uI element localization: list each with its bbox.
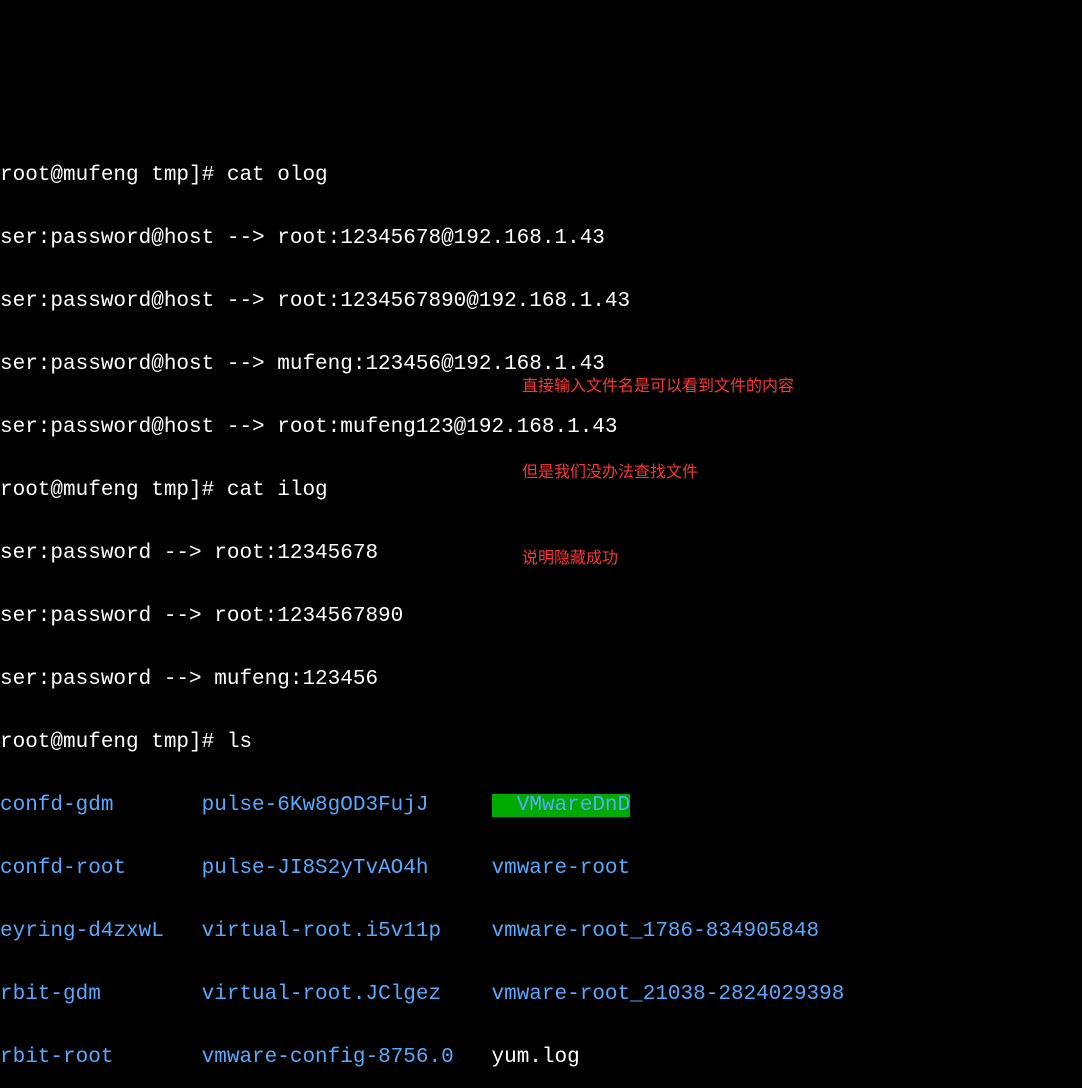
dir-entry: rbit-root xyxy=(0,1046,176,1069)
dir-entry: confd-root xyxy=(0,857,176,880)
dir-entry: vmware-root xyxy=(466,857,630,880)
output-line: ser:password --> root:1234567890 xyxy=(0,601,1082,633)
annotation-line: 但是我们没办法查找文件 xyxy=(522,459,794,488)
ls-row: confd-gdm pulse-6Kw8gOD3FujJ VMwareDnD xyxy=(0,790,1082,822)
output-line: ser:password@host --> root:12345678@192.… xyxy=(0,223,1082,255)
ls-row: eyring-d4zxwL virtual-root.i5v11p vmware… xyxy=(0,916,1082,948)
output-line: ser:password@host --> root:1234567890@19… xyxy=(0,286,1082,318)
ls-row: rbit-root vmware-config-8756.0 yum.log xyxy=(0,1042,1082,1074)
annotation: 直接输入文件名是可以看到文件的内容 但是我们没办法查找文件 说明隐藏成功 xyxy=(522,315,794,603)
dir-entry: vmware-root_21038-2824029398 xyxy=(466,983,844,1006)
output-line: ser:password --> mufeng:123456 xyxy=(0,664,1082,696)
ls-row: rbit-gdm virtual-root.JClgez vmware-root… xyxy=(0,979,1082,1011)
dir-entry: vmware-root_1786-834905848 xyxy=(466,920,819,943)
ls-row: confd-root pulse-JI8S2yTvAO4h vmware-roo… xyxy=(0,853,1082,885)
spacer xyxy=(466,794,491,817)
terminal[interactable]: root@mufeng tmp]# cat olog ser:password@… xyxy=(0,128,1082,1088)
annotation-line: 直接输入文件名是可以看到文件的内容 xyxy=(522,373,794,402)
dir-entry: eyring-d4zxwL xyxy=(0,920,176,943)
dir-entry: virtual-root.JClgez xyxy=(176,983,466,1006)
output-line: root@mufeng tmp]# cat olog xyxy=(0,160,1082,192)
dir-entry: vmware-config-8756.0 xyxy=(176,1046,466,1069)
output-line: root@mufeng tmp]# ls xyxy=(0,727,1082,759)
dir-entry: virtual-root.i5v11p xyxy=(176,920,466,943)
dir-entry: rbit-gdm xyxy=(0,983,176,1006)
dir-entry: pulse-JI8S2yTvAO4h xyxy=(176,857,466,880)
file-entry: yum.log xyxy=(466,1046,579,1069)
dir-entry: confd-gdm xyxy=(0,794,176,817)
dir-entry-sticky: VMwareDnD xyxy=(492,794,631,817)
annotation-line: 说明隐藏成功 xyxy=(522,545,794,574)
dir-entry: pulse-6Kw8gOD3FujJ xyxy=(176,794,466,817)
